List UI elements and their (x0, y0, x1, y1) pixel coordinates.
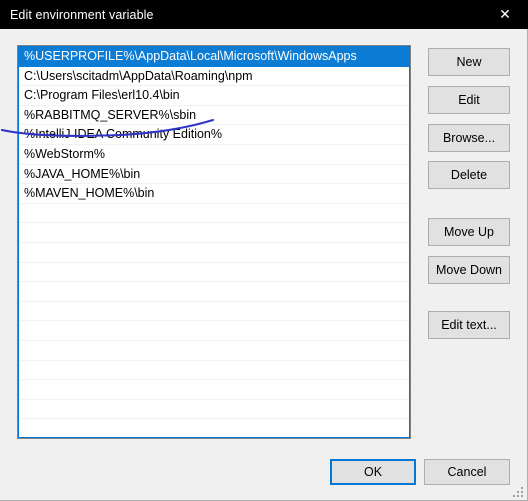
list-empty-row (19, 204, 409, 224)
delete-button[interactable]: Delete (428, 161, 510, 189)
list-item[interactable]: %MAVEN_HOME%\bin (19, 184, 409, 204)
list-empty-row (19, 302, 409, 322)
browse-button[interactable]: Browse... (428, 124, 510, 152)
list-item[interactable]: %WebStorm% (19, 145, 409, 165)
window-title: Edit environment variable (10, 7, 154, 22)
ok-button[interactable]: OK (330, 459, 416, 485)
title-bar: Edit environment variable ✕ (0, 0, 528, 29)
move-down-button[interactable]: Move Down (428, 256, 510, 284)
list-empty-row (19, 321, 409, 341)
list-item[interactable]: %JAVA_HOME%\bin (19, 165, 409, 185)
move-up-button[interactable]: Move Up (428, 218, 510, 246)
edit-text-button[interactable]: Edit text... (428, 311, 510, 339)
list-item[interactable]: %RABBITMQ_SERVER%\sbin (19, 106, 409, 126)
list-item[interactable]: %USERPROFILE%\AppData\Local\Microsoft\Wi… (19, 47, 409, 67)
list-empty-row (19, 380, 409, 400)
close-button[interactable]: ✕ (482, 0, 528, 29)
path-entries-listbox[interactable]: %USERPROFILE%\AppData\Local\Microsoft\Wi… (18, 46, 410, 438)
list-empty-row (19, 223, 409, 243)
close-icon: ✕ (499, 6, 511, 23)
list-empty-row (19, 400, 409, 420)
list-item[interactable]: C:\Program Files\erl10.4\bin (19, 86, 409, 106)
resize-grip[interactable] (511, 485, 523, 497)
list-empty-row (19, 243, 409, 263)
list-empty-row (19, 263, 409, 283)
list-empty-row (19, 361, 409, 381)
list-item[interactable]: C:\Users\scitadm\AppData\Roaming\npm (19, 67, 409, 87)
list-item[interactable]: %IntelliJ IDEA Community Edition% (19, 125, 409, 145)
edit-environment-variable-dialog: Edit environment variable ✕ %USERPROFILE… (0, 0, 528, 501)
list-empty-row (19, 341, 409, 361)
new-button[interactable]: New (428, 48, 510, 76)
edit-button[interactable]: Edit (428, 86, 510, 114)
cancel-button[interactable]: Cancel (424, 459, 510, 485)
list-empty-row (19, 282, 409, 302)
